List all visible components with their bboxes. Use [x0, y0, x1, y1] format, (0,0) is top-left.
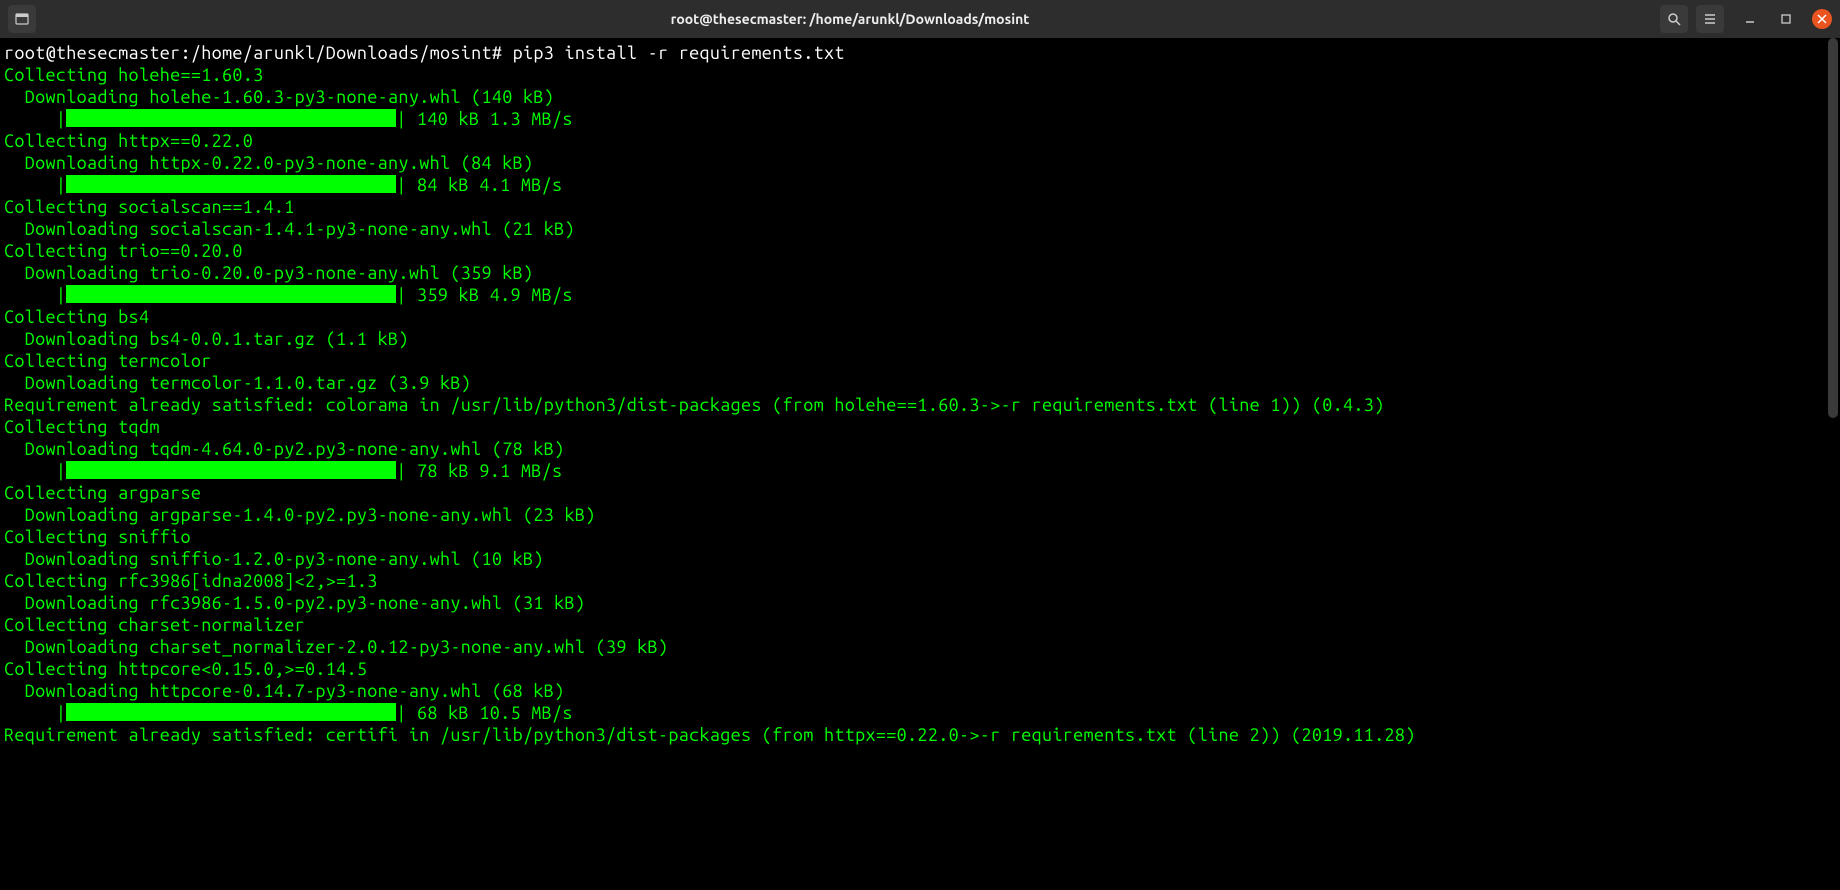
output-line: Downloading argparse-1.4.0-py2.py3-none-… [4, 504, 1836, 526]
output-line: Collecting httpx==0.22.0 [4, 130, 1836, 152]
close-button[interactable] [1812, 9, 1832, 29]
output-line: Downloading tqdm-4.64.0-py2.py3-none-any… [4, 438, 1836, 460]
minimize-button[interactable] [1740, 9, 1760, 29]
titlebar-right-controls [1660, 5, 1832, 33]
output-line: | | 68 kB 10.5 MB/s [4, 702, 1836, 724]
output-line: Collecting tqdm [4, 416, 1836, 438]
progress-bar [66, 109, 396, 127]
output-line: Requirement already satisfied: certifi i… [4, 724, 1836, 746]
progress-prefix: | [4, 175, 66, 195]
output-line: | | 359 kB 4.9 MB/s [4, 284, 1836, 306]
progress-prefix: | [4, 703, 66, 723]
progress-suffix: | 84 kB 4.1 MB/s [396, 175, 562, 195]
maximize-button[interactable] [1776, 9, 1796, 29]
progress-prefix: | [4, 285, 66, 305]
terminal-scrollbar[interactable] [1826, 38, 1840, 890]
output-line: Collecting httpcore<0.15.0,>=0.14.5 [4, 658, 1836, 680]
output-line: | | 78 kB 9.1 MB/s [4, 460, 1836, 482]
output-line: Downloading rfc3986-1.5.0-py2.py3-none-a… [4, 592, 1836, 614]
output-line: | | 84 kB 4.1 MB/s [4, 174, 1836, 196]
output-line: Collecting trio==0.20.0 [4, 240, 1836, 262]
output-line: Requirement already satisfied: colorama … [4, 394, 1836, 416]
scrollbar-thumb[interactable] [1828, 38, 1838, 418]
progress-suffix: | 359 kB 4.9 MB/s [396, 285, 572, 305]
progress-bar [66, 703, 396, 721]
prompt-userhost: root@thesecmaster:/home/arunkl/Downloads… [4, 43, 502, 63]
progress-bar [66, 461, 396, 479]
new-tab-button[interactable] [8, 5, 36, 33]
search-icon [1667, 12, 1681, 26]
progress-bar [66, 285, 396, 303]
output-line: Downloading bs4-0.0.1.tar.gz (1.1 kB) [4, 328, 1836, 350]
window-titlebar: root@thesecmaster: /home/arunkl/Download… [0, 0, 1840, 38]
terminal-output[interactable]: root@thesecmaster:/home/arunkl/Downloads… [0, 38, 1840, 750]
command-text: pip3 install -r requirements.txt [513, 43, 845, 63]
output-line: Collecting socialscan==1.4.1 [4, 196, 1836, 218]
hamburger-menu-button[interactable] [1696, 5, 1724, 33]
prompt-line: root@thesecmaster:/home/arunkl/Downloads… [4, 42, 1836, 64]
progress-suffix: | 78 kB 9.1 MB/s [396, 461, 562, 481]
maximize-icon [1780, 13, 1792, 25]
output-line: Downloading charset_normalizer-2.0.12-py… [4, 636, 1836, 658]
output-line: Downloading holehe-1.60.3-py3-none-any.w… [4, 86, 1836, 108]
output-line: Collecting rfc3986[idna2008]<2,>=1.3 [4, 570, 1836, 592]
titlebar-left-controls [8, 5, 40, 33]
minimize-icon [1744, 13, 1756, 25]
output-line: Collecting charset-normalizer [4, 614, 1836, 636]
output-line: Collecting bs4 [4, 306, 1836, 328]
progress-prefix: | [4, 109, 66, 129]
output-line: Downloading trio-0.20.0-py3-none-any.whl… [4, 262, 1836, 284]
output-line: Downloading socialscan-1.4.1-py3-none-an… [4, 218, 1836, 240]
output-line: Collecting argparse [4, 482, 1836, 504]
window-title: root@thesecmaster: /home/arunkl/Download… [40, 11, 1660, 27]
output-line: Downloading termcolor-1.1.0.tar.gz (3.9 … [4, 372, 1836, 394]
output-line: Downloading httpx-0.22.0-py3-none-any.wh… [4, 152, 1836, 174]
progress-suffix: | 140 kB 1.3 MB/s [396, 109, 572, 129]
progress-bar [66, 175, 396, 193]
search-button[interactable] [1660, 5, 1688, 33]
output-line: Collecting termcolor [4, 350, 1836, 372]
progress-prefix: | [4, 461, 66, 481]
output-line: Collecting sniffio [4, 526, 1836, 548]
output-line: Collecting holehe==1.60.3 [4, 64, 1836, 86]
output-line: | | 140 kB 1.3 MB/s [4, 108, 1836, 130]
close-icon [1817, 14, 1827, 24]
hamburger-icon [1703, 12, 1717, 26]
output-line: Downloading httpcore-0.14.7-py3-none-any… [4, 680, 1836, 702]
output-line: Downloading sniffio-1.2.0-py3-none-any.w… [4, 548, 1836, 570]
progress-suffix: | 68 kB 10.5 MB/s [396, 703, 572, 723]
terminal-icon [14, 11, 30, 27]
